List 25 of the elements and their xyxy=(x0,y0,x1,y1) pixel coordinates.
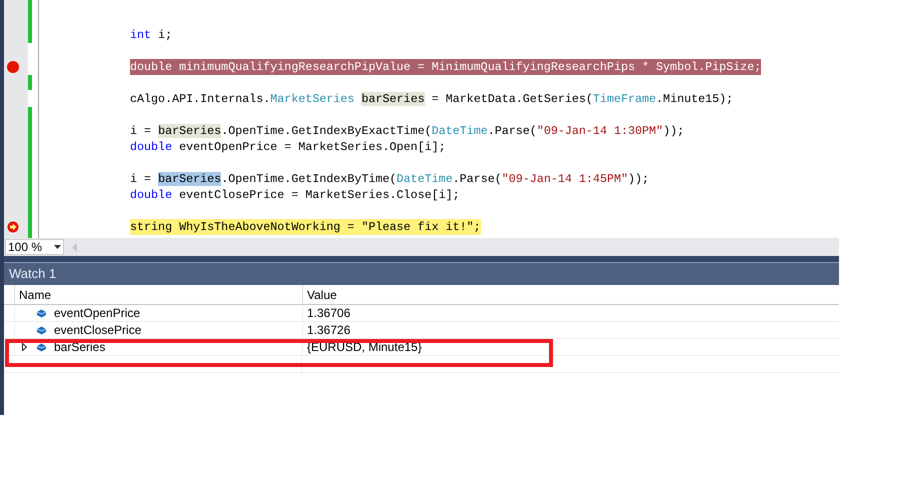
code-line: cAlgo.API.Internals.MarketSeries barSeries = MarketData.GetSeries(TimeFrame.Minute15); xyxy=(130,91,734,107)
panel-title: Watch 1 xyxy=(9,265,56,284)
expand-icon[interactable] xyxy=(22,343,26,351)
field-icon xyxy=(36,308,47,318)
watch-value: 1.36706 xyxy=(307,305,350,322)
watch-value: 1.36726 xyxy=(307,322,350,339)
code-line: i = barSeries.OpenTime.GetIndexByExactTime(DateTime.Parse("09-Jan-14 1:30PM")); xyxy=(130,123,684,139)
column-header[interactable]: Value xyxy=(302,285,839,304)
column-header[interactable]: Name xyxy=(14,285,302,304)
watch-name: eventClosePrice xyxy=(54,322,142,339)
watch-row[interactable]: barSeries {EURUSD, Minute15} xyxy=(4,339,839,356)
watch-row[interactable]: eventOpenPrice 1.36706 xyxy=(4,305,839,322)
code-line: int i; xyxy=(130,27,172,43)
field-icon xyxy=(36,326,47,334)
code-line: double eventClosePrice = MarketSeries.Close[i]; xyxy=(130,187,460,203)
watch-row[interactable]: eventClosePrice 1.36726 xyxy=(4,322,839,339)
code-line: i = barSeries.OpenTime.GetIndexByTime(DateTime.Parse("09-Jan-14 1:45PM")); xyxy=(130,171,650,187)
field-icon xyxy=(36,342,47,352)
watch-name: eventOpenPrice xyxy=(54,305,140,322)
breakpoint-icon[interactable] xyxy=(7,61,19,73)
watch-value: {EURUSD, Minute15} xyxy=(307,339,422,356)
watch-name: barSeries xyxy=(54,339,106,356)
caret-icon xyxy=(54,245,61,249)
code-line: double eventOpenPrice = MarketSeries.Open[i]; xyxy=(130,139,446,155)
zoom-dropdown[interactable]: 100 % xyxy=(5,239,64,255)
